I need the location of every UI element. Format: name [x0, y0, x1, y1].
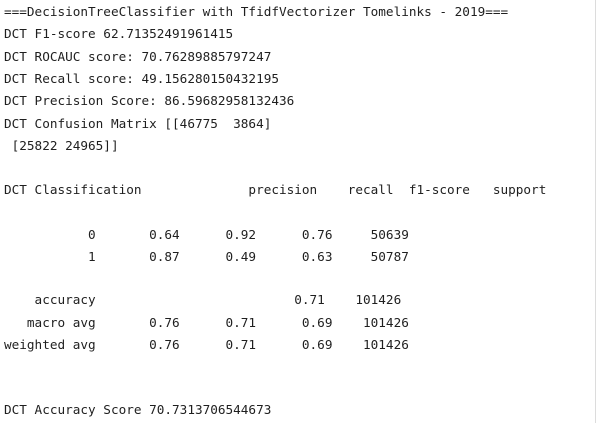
- console-header-line: ===DecisionTreeClassifier with TfidfVect…: [4, 4, 509, 19]
- classification-report-macro-avg: macro avg 0.76 0.71 0.69 101426: [4, 315, 409, 330]
- accuracy-score-line: DCT Accuracy Score 70.7313706544673: [4, 402, 272, 417]
- classification-report-row-1: 1 0.87 0.49 0.63 50787: [4, 249, 409, 264]
- recall-score-line: DCT Recall score: 49.156280150432195: [4, 71, 279, 86]
- f1-score-line: DCT F1-score 62.71352491961415: [4, 26, 234, 41]
- rocauc-score-line: DCT ROCAUC score: 70.76289885797247: [4, 49, 272, 64]
- confusion-matrix-line-1: DCT Confusion Matrix [[46775 3864]: [4, 116, 272, 131]
- classification-report-header: DCT Classification precision recall f1-s…: [4, 182, 547, 197]
- console-output: ===DecisionTreeClassifier with TfidfVect…: [0, 0, 596, 423]
- confusion-matrix-line-2: [25822 24965]]: [4, 138, 119, 153]
- precision-score-line: DCT Precision Score: 86.59682958132436: [4, 93, 295, 108]
- classification-report-weighted-avg: weighted avg 0.76 0.71 0.69 101426: [4, 337, 409, 352]
- classification-report-row-0: 0 0.64 0.92 0.76 50639: [4, 227, 409, 242]
- classification-report-accuracy: accuracy 0.71 101426: [4, 292, 402, 307]
